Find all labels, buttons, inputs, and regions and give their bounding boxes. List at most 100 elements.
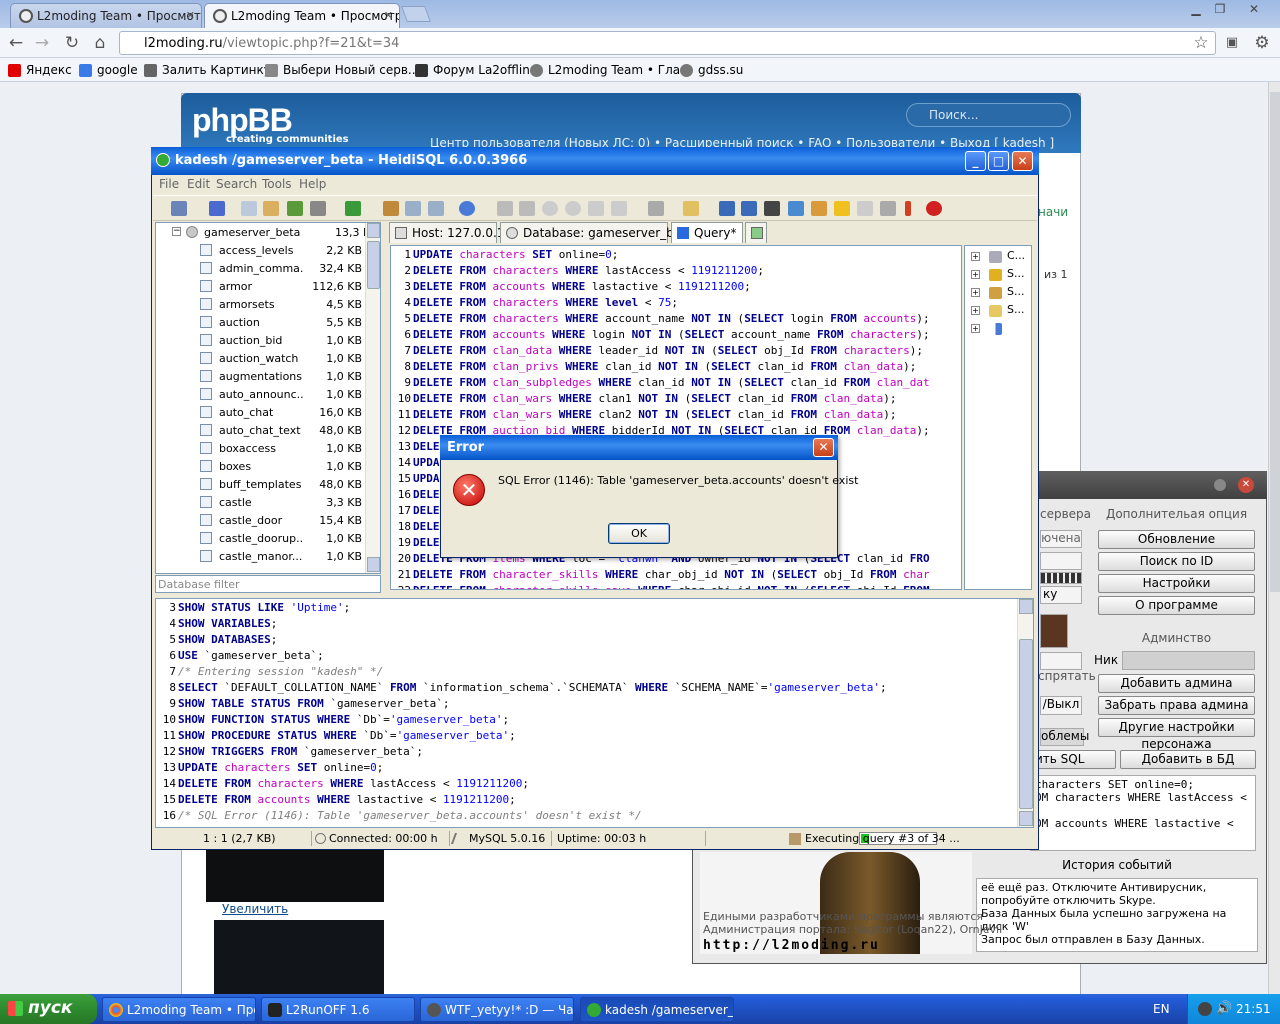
close-button[interactable]: ✕ (1012, 151, 1033, 171)
last-record-icon[interactable] (519, 201, 535, 216)
bookmark-l2moding[interactable]: L2moding Team • Гла... (530, 63, 692, 77)
replace-icon[interactable] (880, 201, 896, 216)
forum-side-link[interactable]: начи (1038, 205, 1068, 219)
refresh-icon[interactable] (345, 201, 361, 216)
scroll-up-icon[interactable] (1019, 599, 1033, 614)
tab-query[interactable]: Query* (671, 222, 743, 243)
extension-icon[interactable]: ▣ (1222, 33, 1242, 53)
tree-table-item[interactable]: auto_chat_text 48,0 KB (156, 421, 366, 439)
help-node-snippets[interactable]: + S... (969, 303, 1031, 321)
tree-table-item[interactable]: augmentations 1,0 KB (156, 367, 366, 385)
menu-help[interactable]: Help (299, 177, 326, 191)
maximize-button[interactable]: □ (988, 151, 1009, 171)
cancel-icon[interactable] (611, 201, 627, 216)
settings-button[interactable]: Настройки (1098, 574, 1255, 593)
bookmark-upload[interactable]: Залить Картинку (144, 63, 271, 77)
button-ku[interactable]: ку (1040, 586, 1082, 604)
revoke-admin-button[interactable]: Забрать права админа (1098, 696, 1255, 715)
expand-icon[interactable]: + (971, 270, 980, 279)
site-url[interactable]: http://l2moding.ru (703, 938, 880, 953)
home-icon[interactable]: ⌂ (90, 33, 110, 53)
minimize-icon[interactable]: ▁ (1186, 2, 1206, 18)
explain-icon[interactable] (788, 201, 804, 216)
close-button[interactable]: ✕ (813, 438, 834, 457)
insert-icon[interactable] (542, 201, 558, 216)
tree-table-item[interactable]: auction 5,5 KB (156, 313, 366, 331)
menu-edit[interactable]: Edit (187, 177, 210, 191)
import-icon[interactable] (405, 201, 421, 216)
menu-search[interactable]: Search (216, 177, 257, 191)
nick-input[interactable] (1122, 651, 1255, 670)
star-icon[interactable]: ☆ (1191, 33, 1211, 53)
copy-icon[interactable] (241, 201, 257, 216)
forum-search-input[interactable]: Поиск... (906, 103, 1071, 127)
scrollbar-thumb[interactable] (367, 241, 380, 289)
reload-icon[interactable]: ↻ (62, 33, 82, 53)
bookmark-yandex[interactable]: Яндекс (8, 63, 72, 77)
tree-table-item[interactable]: castle_manor... 1,0 KB (156, 547, 366, 565)
screenshot-thumbnail[interactable] (214, 920, 384, 994)
close-icon[interactable]: ✕ (1238, 477, 1254, 493)
page-scrollbar[interactable] (1268, 82, 1280, 994)
tree-table-item[interactable]: admin_comma... 32,4 KB (156, 259, 366, 277)
add-to-db-button[interactable]: Добавить в БД (1120, 750, 1256, 769)
post-icon[interactable] (588, 201, 604, 216)
close-icon[interactable]: ✕ (186, 9, 195, 22)
tree-scrollbar[interactable] (365, 223, 380, 573)
execute-sql-button[interactable]: ить SQL (1030, 750, 1116, 769)
expand-icon[interactable]: + (971, 324, 980, 333)
undo-icon[interactable] (287, 201, 303, 216)
session-manager-icon[interactable] (171, 201, 187, 216)
tab-host[interactable]: Host: 127.0.0.1 (389, 222, 504, 243)
problems-tab[interactable]: облемы (1040, 728, 1089, 746)
first-record-icon[interactable] (497, 201, 513, 216)
search-by-id-button[interactable]: Поиск по ID (1098, 552, 1255, 571)
tree-table-item[interactable]: armor 112,6 KB (156, 277, 366, 295)
paste-icon[interactable] (263, 201, 279, 216)
forward-icon[interactable]: → (32, 33, 52, 53)
close-icon[interactable]: ✕ (1244, 2, 1264, 18)
browser-tab-1[interactable]: L2moding Team • Просмотр те✕ (10, 3, 202, 28)
database-tree[interactable]: − gameserver_beta 13,3 MB access_levels 2… (155, 222, 381, 574)
volume-icon[interactable]: 🔊 (1216, 1001, 1232, 1016)
scroll-down-icon[interactable] (367, 557, 380, 572)
scrollbar-thumb[interactable] (1270, 92, 1280, 592)
tree-table-item[interactable]: castle 3,3 KB (156, 493, 366, 511)
tree-table-item[interactable]: castle_doorup... 1,0 KB (156, 529, 366, 547)
warning-icon[interactable] (834, 201, 850, 216)
tree-table-item[interactable]: castle_door 15,4 KB (156, 511, 366, 529)
log-scrollbar[interactable] (1017, 599, 1033, 827)
enlarge-link[interactable]: Увеличить (206, 902, 288, 916)
about-button[interactable]: О программе (1098, 596, 1255, 615)
update-button[interactable]: Обновление (1098, 530, 1255, 549)
taskbar-item-chat[interactable]: WTF_yetyy!* :D — Чат (420, 997, 574, 1022)
address-bar[interactable]: l2moding.ru/viewtopic.php?f=21&t=34 (119, 31, 1216, 55)
user-manager-icon[interactable] (383, 201, 399, 216)
tree-table-item[interactable]: auto_chat 16,0 KB (156, 403, 366, 421)
export-icon[interactable] (428, 201, 444, 216)
sql-log[interactable]: 3 SHOW STATUS LIKE 'Uptime'; 4 SHOW VARIAB… (155, 598, 1034, 828)
format-icon[interactable] (811, 201, 827, 216)
language-indicator[interactable]: EN (1153, 1002, 1170, 1016)
help-node-history[interactable]: + (969, 321, 1031, 339)
taskbar-item-heidisql[interactable]: kadesh /gameserver_... (580, 997, 734, 1022)
bookmark-forum[interactable]: Форум La2offline (415, 63, 537, 77)
help-icon[interactable] (459, 201, 475, 216)
add-admin-button[interactable]: Добавить админа (1098, 674, 1255, 693)
help-node-functions[interactable]: + S... (969, 267, 1031, 285)
scroll-down-icon[interactable] (1019, 811, 1033, 826)
scrollbar-thumb[interactable] (1019, 639, 1033, 809)
save-as-snippet-icon[interactable] (741, 201, 757, 216)
wrench-icon[interactable]: ⚙ (1252, 33, 1272, 53)
scroll-up-icon[interactable] (367, 223, 380, 238)
tree-table-item[interactable]: auction_watch 1,0 KB (156, 349, 366, 367)
tree-table-item[interactable]: boxes 1,0 KB (156, 457, 366, 475)
expand-icon[interactable]: + (971, 288, 980, 297)
back-icon[interactable]: ← (6, 33, 26, 53)
expand-icon[interactable]: + (971, 306, 980, 315)
sql-help-tree[interactable]: + C... + S... + S... + S... + (964, 245, 1032, 590)
bookmark-google[interactable]: google (79, 63, 138, 77)
character-settings-button[interactable]: Другие настройки персонажа (1098, 718, 1255, 751)
screenshot-thumbnail[interactable] (206, 850, 384, 902)
tree-table-item[interactable]: auction_bid 1,0 KB (156, 331, 366, 349)
